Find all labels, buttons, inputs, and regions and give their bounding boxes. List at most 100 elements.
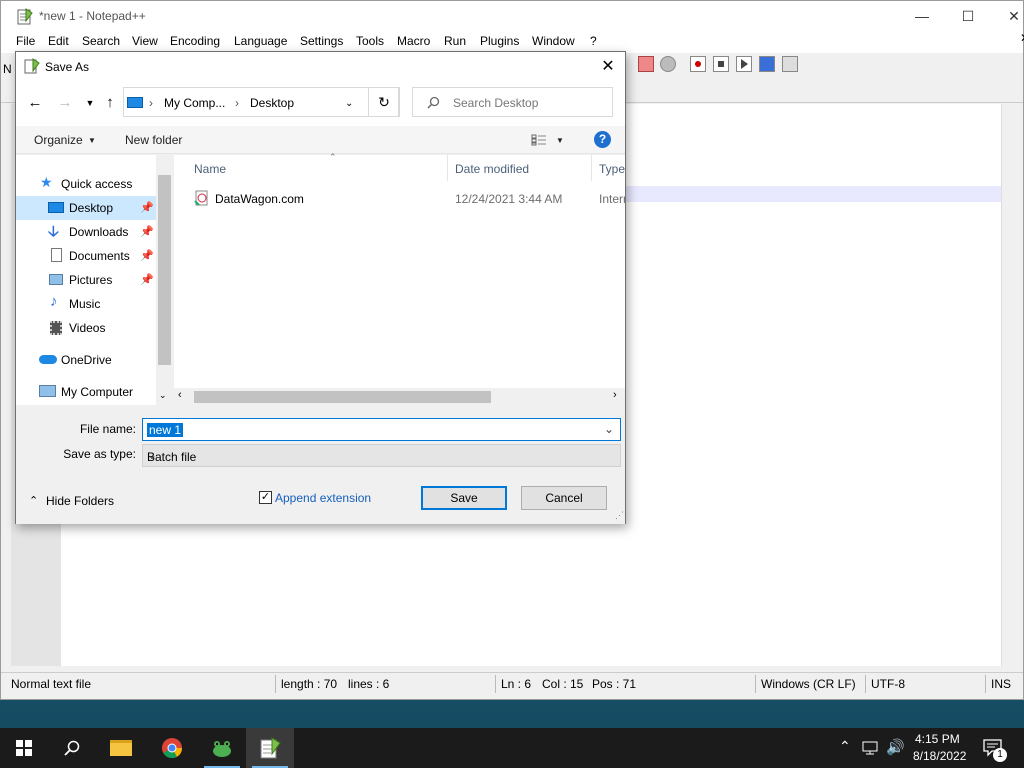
nav-item-downloads[interactable]: 🡣 Downloads 📌 [16, 220, 156, 244]
record-placeholder-icon[interactable] [660, 56, 676, 72]
macro-record-icon[interactable] [690, 56, 706, 72]
nav-item-my-computer[interactable]: My Computer [16, 380, 156, 404]
clock-time[interactable]: 4:15 PM [915, 732, 960, 746]
dialog-command-bar: Organize ▼ New folder ▼ ? [16, 126, 625, 154]
scroll-down-icon[interactable]: ⌄ [159, 390, 167, 401]
save-type-dropdown-icon[interactable]: ⌄ [147, 448, 616, 462]
nav-item-onedrive[interactable]: OneDrive [16, 348, 156, 372]
macro-play-multiple-icon[interactable] [759, 56, 775, 72]
save-form: File name: new 1 ⌄ Save as type: Batch f… [16, 406, 625, 524]
cloud-icon [39, 355, 57, 364]
nav-item-desktop[interactable]: Desktop 📌 [16, 196, 156, 220]
dialog-close-button[interactable]: ✕ [591, 52, 625, 82]
menubar-close-icon[interactable]: ✕ [1020, 31, 1024, 45]
status-ln: Ln : 6 [501, 677, 532, 691]
file-row[interactable]: DataWagon.com 12/24/2021 3:44 AM Intern [174, 187, 625, 209]
macro-play-icon[interactable] [736, 56, 752, 72]
macro-save-icon[interactable] [782, 56, 798, 72]
view-options-icon[interactable] [531, 134, 547, 146]
file-explorer-taskbar-button[interactable] [98, 728, 146, 768]
menu-macro[interactable]: Macro [397, 34, 430, 48]
up-arrow-icon[interactable]: ↑ [101, 94, 119, 112]
dialog-title: Save As [45, 60, 90, 74]
address-bar[interactable]: › My Comp... › Desktop ⌄ [123, 87, 399, 117]
frog-app-taskbar-button[interactable] [198, 728, 246, 768]
nav-pane-scrollbar[interactable]: ⌄ [156, 155, 173, 405]
editor-vertical-scrollbar[interactable] [1001, 104, 1015, 666]
nav-item-quick-access[interactable]: ★ Quick access [16, 172, 156, 196]
menu-search[interactable]: Search [82, 34, 120, 48]
search-box[interactable]: Search Desktop [412, 87, 613, 117]
hide-folders-button[interactable]: Hide Folders [46, 494, 114, 508]
new-folder-button[interactable]: New folder [125, 133, 182, 147]
column-header-name[interactable]: Name [194, 162, 226, 176]
volume-icon[interactable]: 🔊 [886, 738, 905, 756]
start-button[interactable] [0, 728, 48, 768]
menu-window[interactable]: Window [532, 34, 575, 48]
address-dropdown-icon[interactable]: ⌄ [345, 98, 353, 109]
menu-settings[interactable]: Settings [300, 34, 343, 48]
npp-title-text: *new 1 - Notepad++ [39, 9, 146, 23]
close-button[interactable]: ✕ [991, 1, 1024, 31]
menu-language[interactable]: Language [234, 34, 287, 48]
nav-item-music[interactable]: ♪ Music [16, 292, 156, 316]
forward-arrow-icon[interactable]: → [56, 94, 74, 112]
menu-file[interactable]: File [16, 34, 35, 48]
network-icon[interactable] [862, 740, 880, 756]
npp-menubar: File Edit Search View Encoding Language … [1, 31, 1024, 53]
menu-run[interactable]: Run [444, 34, 466, 48]
file-name-label: File name: [79, 422, 136, 436]
minimize-button[interactable]: — [899, 1, 945, 31]
maximize-button[interactable]: ☐ [945, 1, 991, 31]
menu-plugins[interactable]: Plugins [480, 34, 519, 48]
nav-item-documents[interactable]: Documents 📌 [16, 244, 156, 268]
menu-edit[interactable]: Edit [48, 34, 69, 48]
search-taskbar-button[interactable] [48, 728, 96, 768]
notepadpp-taskbar-button[interactable] [246, 728, 294, 768]
menu-help[interactable]: ? [590, 34, 597, 48]
search-icon [64, 740, 80, 756]
sort-ascending-icon: ⌃ [329, 152, 337, 162]
npp-titlebar: *new 1 - Notepad++ — ☐ ✕ [1, 1, 1023, 31]
organize-button[interactable]: Organize [34, 133, 83, 147]
nav-item-label: Music [69, 297, 101, 311]
cancel-button[interactable]: Cancel [521, 486, 607, 510]
scroll-right-icon[interactable]: › [613, 389, 617, 401]
refresh-button[interactable]: ↻ [368, 87, 400, 117]
menu-view[interactable]: View [132, 34, 158, 48]
append-extension-label[interactable]: Append extension [275, 491, 371, 505]
breadcrumb-desktop[interactable]: Desktop [250, 96, 294, 110]
nav-item-videos[interactable]: Videos [16, 316, 156, 340]
save-button[interactable]: Save [421, 486, 507, 510]
horizontal-scroll-thumb[interactable] [194, 391, 491, 403]
show-hidden-icons-chevron-icon[interactable]: ⌃ [839, 738, 851, 755]
menu-encoding[interactable]: Encoding [170, 34, 220, 48]
nav-item-pictures[interactable]: Pictures 📌 [16, 268, 156, 292]
breadcrumb-chevron-icon: › [149, 96, 153, 110]
recent-locations-chevron-icon[interactable]: ▼ [81, 94, 99, 112]
append-extension-checkbox[interactable]: ✓ [259, 491, 272, 504]
back-arrow-icon[interactable]: ← [26, 94, 44, 112]
macro-stop-icon[interactable] [713, 56, 729, 72]
clock-date[interactable]: 8/18/2022 [913, 749, 966, 763]
file-list-horizontal-scrollbar[interactable]: ‹ › [174, 388, 625, 405]
view-dropdown-icon[interactable]: ▼ [556, 136, 564, 145]
menu-tools[interactable]: Tools [356, 34, 384, 48]
save-type-select[interactable]: Batch file ⌄ [142, 444, 621, 467]
hide-folders-chevron-icon[interactable]: ⌃ [29, 494, 38, 507]
organize-dropdown-icon[interactable]: ▼ [88, 136, 96, 145]
column-header-type[interactable]: Type [599, 162, 625, 176]
chrome-taskbar-button[interactable] [148, 728, 196, 768]
computer-icon [127, 97, 143, 108]
nav-scroll-thumb[interactable] [158, 175, 171, 365]
file-name: DataWagon.com [215, 192, 304, 206]
chrome-icon [162, 738, 183, 759]
open-folder-icon[interactable] [638, 56, 654, 72]
file-name-dropdown-icon[interactable]: ⌄ [602, 422, 616, 436]
help-icon[interactable]: ? [594, 131, 611, 148]
column-header-date[interactable]: Date modified [455, 162, 529, 176]
scroll-left-icon[interactable]: ‹ [178, 389, 182, 401]
resize-grip-icon[interactable]: ⋰ [615, 510, 624, 521]
breadcrumb-mycomputer[interactable]: My Comp... [164, 96, 225, 110]
file-name-input[interactable]: new 1 ⌄ [142, 418, 621, 441]
